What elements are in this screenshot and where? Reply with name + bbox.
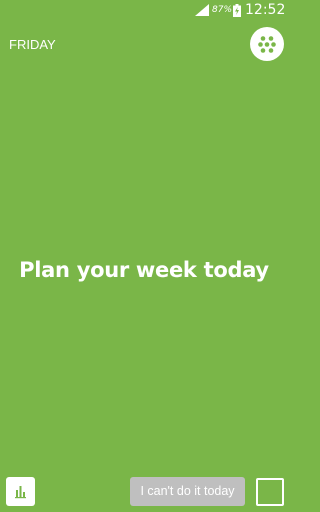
- signal-icon: [195, 4, 209, 16]
- day-label: FRIDAY: [9, 37, 56, 52]
- clock: 12:52: [245, 2, 286, 18]
- menu-button[interactable]: [250, 27, 284, 61]
- cant-do-it-today-button[interactable]: I can't do it today: [130, 477, 245, 506]
- bar-chart-icon: [15, 486, 26, 499]
- status-bar: 87% 12:52: [0, 0, 288, 22]
- headline: Plan your week today: [19, 258, 269, 282]
- battery-percent: 87%: [212, 5, 233, 15]
- done-checkbox[interactable]: [256, 478, 284, 506]
- stats-button[interactable]: [6, 477, 35, 506]
- dots-menu-icon: [258, 36, 276, 53]
- battery-charging-icon: [233, 4, 241, 17]
